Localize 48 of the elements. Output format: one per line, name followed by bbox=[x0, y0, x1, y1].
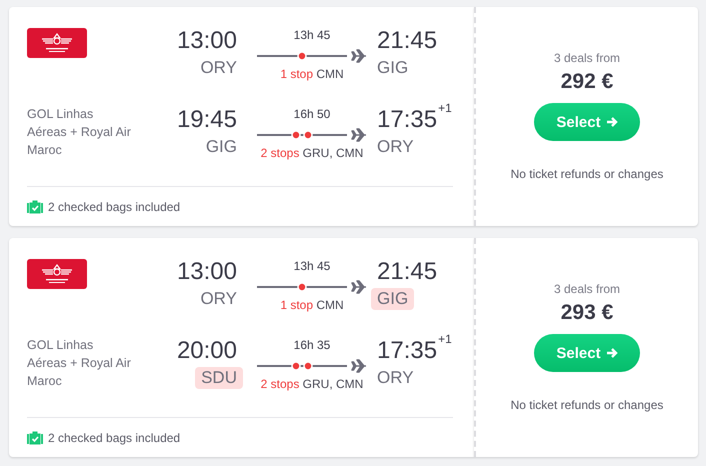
flight-duration: 16h 35 bbox=[294, 338, 330, 352]
departure-airport: ORY bbox=[199, 288, 238, 310]
arrival-time: 21:45 bbox=[377, 259, 438, 285]
route-line-icon bbox=[257, 280, 367, 294]
fare-conditions: No ticket refunds or changes bbox=[510, 398, 664, 412]
stops-info: 2 stops GRU, CMN bbox=[260, 146, 364, 160]
luggage-check-icon bbox=[27, 200, 43, 214]
arrival-time: 17:35 bbox=[377, 107, 438, 133]
day-offset: +1 bbox=[438, 333, 452, 345]
departure-airport: ORY bbox=[199, 57, 238, 79]
arrival-airport: GIG bbox=[371, 288, 414, 310]
flight-duration: 13h 45 bbox=[294, 259, 330, 273]
airline-name: GOL Linhas Aéreas + Royal Air Maroc bbox=[27, 106, 131, 159]
route-line-icon bbox=[257, 49, 367, 63]
price: 292 € bbox=[560, 70, 614, 94]
arrow-right-icon bbox=[606, 347, 618, 359]
arrival-time: 17:35 bbox=[377, 338, 438, 364]
airline-logo bbox=[27, 28, 87, 58]
arrow-right-icon bbox=[606, 116, 618, 128]
route-line-icon bbox=[257, 128, 367, 142]
stops-info: 1 stop CMN bbox=[280, 298, 344, 312]
arrival-time: 21:45 bbox=[377, 28, 438, 54]
departure-time: 19:45 bbox=[176, 107, 237, 133]
arrival-airport: GIG bbox=[376, 57, 410, 79]
departure-time: 13:00 bbox=[176, 28, 237, 54]
baggage-info: 2 checked bags included bbox=[48, 431, 180, 445]
airline-logo bbox=[27, 259, 87, 289]
stops-info: 1 stop CMN bbox=[280, 67, 344, 81]
luggage-check-icon bbox=[27, 431, 43, 445]
route-line-icon bbox=[257, 359, 367, 373]
departure-time: 13:00 bbox=[176, 259, 237, 285]
departure-time: 20:00 bbox=[176, 338, 237, 364]
departure-airport: GIG bbox=[204, 136, 238, 158]
arrival-airport: ORY bbox=[376, 367, 415, 389]
flight-duration: 16h 50 bbox=[294, 107, 330, 121]
deals-count: 3 deals from bbox=[554, 51, 620, 65]
baggage-info: 2 checked bags included bbox=[48, 200, 180, 214]
deals-count: 3 deals from bbox=[554, 282, 620, 296]
day-offset: +1 bbox=[438, 102, 452, 114]
arrival-airport: ORY bbox=[376, 136, 415, 158]
select-button[interactable]: Select bbox=[534, 103, 640, 141]
fare-conditions: No ticket refunds or changes bbox=[510, 167, 664, 181]
price: 293 € bbox=[560, 301, 614, 325]
stops-info: 2 stops GRU, CMN bbox=[260, 377, 364, 391]
flight-duration: 13h 45 bbox=[294, 28, 330, 42]
airline-name: GOL Linhas Aéreas + Royal Air Maroc bbox=[27, 337, 131, 390]
select-button[interactable]: Select bbox=[534, 334, 640, 372]
departure-airport: SDU bbox=[195, 367, 243, 389]
